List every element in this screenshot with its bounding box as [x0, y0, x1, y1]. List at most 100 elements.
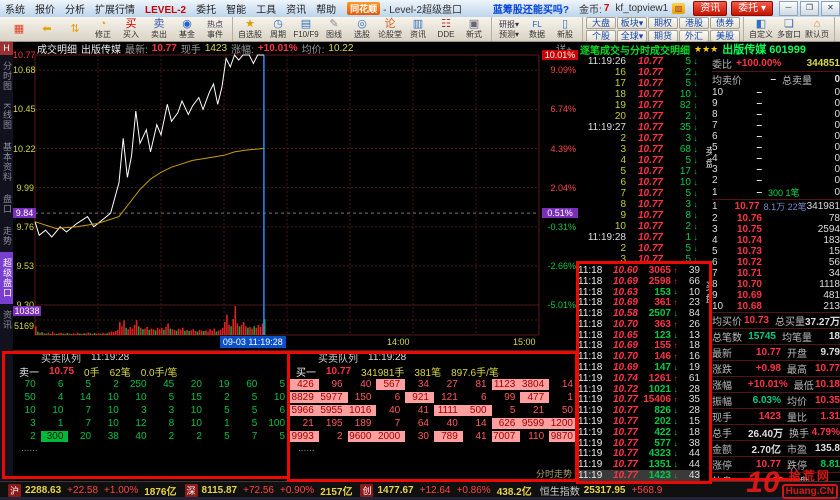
menu-工具[interactable]: 工具 [251, 5, 281, 16]
rating-stars: ★★★ [694, 44, 718, 55]
pct-label-2.04%: 2.04% [542, 183, 576, 193]
period-button[interactable]: ◷周期 [265, 18, 291, 41]
market-button-板块▾[interactable]: 板块▾ [617, 17, 647, 29]
tick-time: 11:19:28 [578, 232, 626, 243]
palette-button[interactable]: ▦ [6, 18, 32, 41]
tick-price: 10.77 [626, 254, 663, 265]
sidebar-item-超级盘口[interactable]: 超级盘口 [0, 252, 13, 304]
sell-button[interactable]: 卖卖出 [146, 18, 172, 41]
tick-volume: 2598 [638, 276, 671, 287]
fund-button[interactable]: ◉基金 [174, 18, 200, 41]
custom-button[interactable]: ◧自定义 [748, 18, 774, 41]
menu-分析[interactable]: 分析 [60, 5, 90, 16]
stock-pick-button[interactable]: ◎选股 [349, 18, 375, 41]
market-button-全球▾[interactable]: 全球▾ [617, 30, 647, 42]
username[interactable]: kf_topview1 [615, 3, 668, 14]
market-button-个股[interactable]: 个股 [586, 30, 616, 42]
hot-events-button[interactable]: 热点事件 [202, 18, 228, 41]
close-button[interactable]: ✕ [821, 1, 840, 16]
menu-委托[interactable]: 委托 [191, 5, 221, 16]
weibi-value: +100.00% [736, 58, 781, 69]
layout-button[interactable]: ▣新式 [461, 18, 487, 41]
menu-资讯[interactable]: 资讯 [281, 5, 311, 16]
tick-price: 10.70 [605, 319, 638, 330]
menu-报价[interactable]: 报价 [30, 5, 60, 16]
minimize-button[interactable]: ─ [779, 1, 798, 16]
level-number: 3 [712, 224, 728, 235]
restore-button[interactable]: ❐ [800, 1, 819, 16]
market-button-期权[interactable]: 期权 [648, 17, 678, 29]
queue-cell: 6 [463, 392, 492, 403]
correction-button[interactable]: ◔修正 [90, 18, 116, 41]
label: 振幅 [712, 393, 748, 408]
index-深[interactable]: 深8115.87+72.56+0.90%2157亿 [185, 483, 353, 498]
page-up-down-button[interactable]: ⇅ [62, 18, 88, 41]
default-page-button[interactable]: ⌂默认页 [804, 18, 830, 41]
index-chip: 创 [360, 484, 373, 497]
level-number: 8 [712, 109, 728, 120]
market-button-债券[interactable]: 债券 [710, 17, 740, 29]
sidebar-item-K线图[interactable]: K线图 [0, 97, 13, 136]
drawline-button[interactable]: ✎图线 [321, 18, 347, 41]
menu-LEVEL-2[interactable]: LEVEL-2 [140, 5, 191, 16]
index-沪[interactable]: 沪2288.63+22.58+1.00%1876亿 [8, 483, 177, 498]
tab-intraday-trend[interactable]: 分时走势 [536, 467, 572, 480]
back-button[interactable]: ⬅ [34, 18, 60, 41]
menu-扩展行情[interactable]: 扩展行情 [90, 5, 140, 16]
news-button[interactable]: 资讯 [693, 1, 727, 16]
tick-volume: 5 [663, 188, 691, 199]
down-arrow-icon: ↓ [691, 243, 700, 254]
f10-button[interactable]: ▤F10/F9 [293, 18, 319, 41]
menu-智能[interactable]: 智能 [221, 5, 251, 16]
up-arrow-icon: ↑ [671, 395, 680, 404]
menu-系统[interactable]: 系统 [0, 5, 30, 16]
sidebar-item-分时图[interactable]: 分时图 [0, 55, 13, 97]
queue-cell: 50 [13, 392, 41, 403]
queue-cell: 3804 [520, 379, 549, 390]
market-button-外汇[interactable]: 外汇 [679, 30, 709, 42]
market-button-大盘[interactable]: 大盘 [586, 17, 616, 29]
data-label: 数据 [529, 30, 545, 39]
market-button-美股[interactable]: 美股 [710, 30, 740, 42]
sidebar-item-资讯[interactable]: 资讯 [0, 304, 13, 336]
sidebar-item-盘口[interactable]: 盘口 [0, 188, 13, 220]
h-tab[interactable]: H [0, 42, 13, 55]
level-price: – [728, 120, 762, 131]
series-均价 [35, 149, 264, 229]
tick-count: 26 [680, 319, 700, 330]
tick-volume: 5 [663, 155, 691, 166]
research-button[interactable]: 研报▾预测▾ [496, 18, 522, 41]
new-stock-button[interactable]: ▯新股 [552, 18, 578, 41]
level-number: 10 [712, 301, 728, 312]
market-button-期货[interactable]: 期货 [648, 30, 678, 42]
queue-cell: 10 [41, 405, 69, 416]
multi-window-button[interactable]: ❏多窗口 [776, 18, 802, 41]
forum-label: 论股堂 [378, 30, 402, 39]
queue-cell: 40 [434, 418, 463, 429]
tick-row-detail: 11:1910.77202↓15 [578, 416, 700, 427]
queue-cell: 7 [68, 418, 96, 429]
market-button-港股[interactable]: 港股 [679, 17, 709, 29]
trade-button[interactable]: 委托 ▾ [731, 1, 773, 16]
watchlist-button[interactable]: ★自选股 [237, 18, 263, 41]
value: 15745 [748, 331, 776, 342]
data-button[interactable]: FL数据 [524, 18, 550, 41]
promo-link[interactable]: 蓝筹股还能买吗? [493, 1, 569, 16]
index-恒生指数[interactable]: 恒生指数 25317.95 +568.9 [540, 483, 669, 498]
menu-帮助[interactable]: 帮助 [311, 5, 341, 16]
index-value: 25317.95 [584, 485, 626, 496]
buy-button[interactable]: 买买入 [118, 18, 144, 41]
sidebar-item-基本资料[interactable]: 基本资料 [0, 136, 13, 188]
tick-volume: 1021 [638, 384, 671, 395]
queue-cell: 5 [235, 405, 263, 416]
forum-button[interactable]: 论论股堂 [377, 18, 403, 41]
news-button[interactable]: ▥资讯 [405, 18, 431, 41]
gift-icon[interactable]: ▨ [672, 3, 685, 14]
tick-volume: 3 [663, 133, 691, 144]
index-创[interactable]: 创1477.67+12.64+0.86%438.2亿 [360, 483, 531, 498]
index-label: 恒生指数 [540, 483, 580, 498]
sidebar-item-走势[interactable]: 走势 [0, 220, 13, 252]
index-change: +568.9 [631, 485, 662, 496]
dde-button[interactable]: ☷DDE [433, 18, 459, 41]
marker-pct: 0.51% [542, 208, 578, 218]
